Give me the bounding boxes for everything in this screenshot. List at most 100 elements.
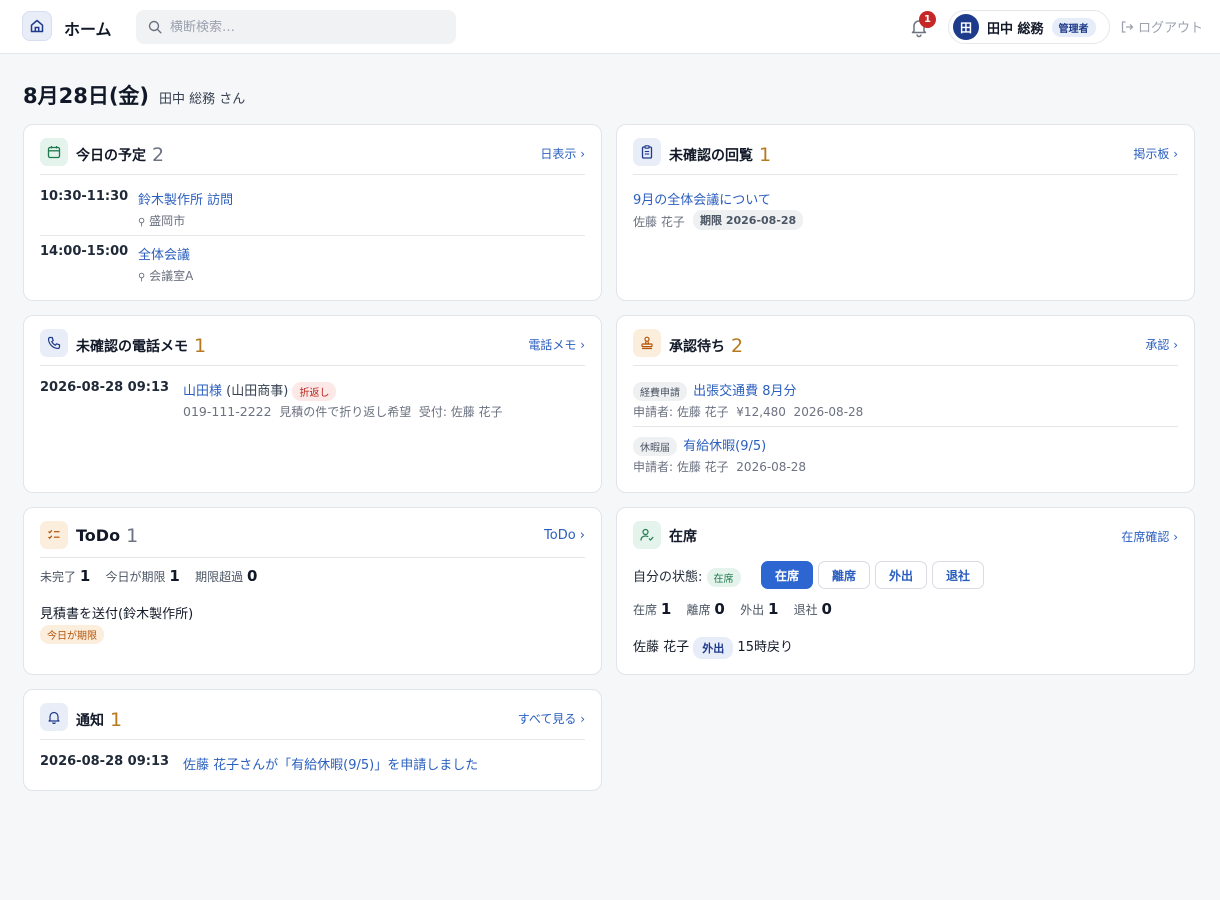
status-out-button[interactable]: 外出	[875, 561, 927, 589]
approval-title[interactable]: 出張交通費 8月分	[693, 384, 796, 399]
approve-link[interactable]: 承認 ›	[1145, 336, 1178, 353]
approval-title[interactable]: 有給休暇(9/5)	[683, 439, 766, 454]
presence-card: 在席 在席確認 › 自分の状態: 在席 在席 離席 外出 退社 在席 1 離席 …	[616, 507, 1195, 675]
circular-author: 佐藤 花子	[633, 215, 685, 229]
callback-badge: 折返し	[292, 382, 337, 401]
divider	[40, 235, 585, 236]
notifications-card: 通知 1 すべて見る › 2026-08-28 09:13 佐藤 花子さんが「有給…	[23, 689, 602, 791]
card-title: 未確認の回覧 1	[669, 144, 772, 166]
todo-stats: 未完了 1 今日が期限 1 期限超過 0	[40, 567, 258, 585]
calendar-icon	[40, 138, 68, 166]
card-header: 通知 1 すべて見る ›	[40, 702, 585, 740]
memo-caller-line: 山田様 (山田商事) 折返し	[183, 380, 337, 401]
card-title: 通知 1	[76, 709, 123, 731]
card-header: 在席 在席確認 ›	[633, 520, 1178, 558]
schedule-card: 今日の予定 2 日表示 › 10:30-11:30 鈴木製作所 訪問 ⚲ 盛岡市 …	[23, 124, 602, 301]
category-badge: 休暇届	[633, 437, 677, 456]
location-pin-icon: ⚲	[138, 272, 146, 283]
home-title: ホーム	[64, 20, 112, 39]
approval-item: 休暇届 有給休暇(9/5)	[633, 435, 766, 456]
presence-stats: 在席 1 離席 0 外出 1 退社 0	[633, 600, 832, 618]
due-today-badge: 今日が期限	[40, 625, 104, 644]
bell-icon	[40, 703, 68, 731]
approval-item: 経費申請 出張交通費 8月分	[633, 380, 797, 401]
todo-link[interactable]: ToDo ›	[544, 528, 585, 543]
presence-check-link[interactable]: 在席確認 ›	[1121, 528, 1178, 545]
event-title[interactable]: 鈴木製作所 訪問	[138, 189, 233, 208]
global-search[interactable]	[136, 10, 456, 44]
home-icon	[30, 19, 44, 33]
approvals-count: 2	[731, 335, 744, 357]
status-left-button[interactable]: 退社	[932, 561, 984, 589]
my-status-badge: 在席	[706, 568, 741, 587]
event-time: 10:30-11:30	[40, 189, 129, 204]
memo-datetime: 2026-08-28 09:13	[40, 380, 170, 395]
status-away-button[interactable]: 離席	[818, 561, 870, 589]
logout-icon	[1121, 20, 1134, 33]
stamp-icon	[633, 329, 661, 357]
deadline-badge: 期限 2026-08-28	[693, 210, 804, 230]
approval-meta: 申請者: 佐藤 花子 ¥12,480 2026-08-28	[633, 405, 864, 419]
notification-count-badge: 1	[919, 11, 936, 28]
member-name: 佐藤 花子	[633, 640, 690, 655]
card-title: 今日の予定 2	[76, 144, 165, 166]
bulletin-board-link[interactable]: 掲示板 ›	[1133, 145, 1178, 162]
memo-company: (山田商事)	[226, 384, 289, 399]
phone-memo-link[interactable]: 電話メモ ›	[528, 336, 585, 353]
event-location: ⚲ 盛岡市	[138, 214, 186, 228]
status-present-button[interactable]: 在席	[761, 561, 813, 589]
day-view-link[interactable]: 日表示 ›	[540, 145, 585, 162]
member-status-badge: 外出	[693, 636, 734, 659]
greeting: 田中 総務 さん	[159, 92, 246, 107]
status-buttons: 在席 離席 外出 退社	[761, 561, 1041, 589]
logout-label: ログアウト	[1138, 21, 1204, 36]
phone-memo-count: 1	[194, 335, 207, 357]
role-badge: 管理者	[1051, 17, 1096, 37]
see-all-link[interactable]: すべて見る ›	[518, 710, 585, 727]
clipboard-icon	[633, 138, 661, 166]
divider	[633, 426, 1178, 427]
card-title: 承認待ち 2	[669, 335, 744, 357]
card-header: 未確認の回覧 1 掲示板 ›	[633, 137, 1178, 175]
todo-card: ToDo 1 ToDo › 未完了 1 今日が期限 1 期限超過 0 見積書を送付…	[23, 507, 602, 675]
event-title[interactable]: 全体会議	[138, 244, 190, 263]
phone-icon	[40, 329, 68, 357]
schedule-count: 2	[152, 144, 165, 166]
circulars-card: 未確認の回覧 1 掲示板 › 9月の全体会議について 佐藤 花子 期限 2026-…	[616, 124, 1195, 301]
todo-item-title[interactable]: 見積書を送付(鈴木製作所)	[40, 603, 193, 622]
card-header: 承認待ち 2 承認 ›	[633, 328, 1178, 366]
card-title: ToDo 1	[76, 525, 139, 547]
category-badge: 経費申請	[633, 382, 687, 401]
card-title: 未確認の電話メモ 1	[76, 335, 207, 357]
member-note: 15時戻り	[737, 640, 793, 655]
event-location: ⚲ 会議室A	[138, 269, 194, 283]
home-button[interactable]	[22, 11, 52, 41]
approval-meta: 申請者: 佐藤 花子 2026-08-28	[633, 460, 807, 474]
notification-datetime: 2026-08-28 09:13	[40, 754, 170, 769]
circular-title[interactable]: 9月の全体会議について	[633, 189, 771, 208]
notification-message[interactable]: 佐藤 花子さんが「有給休暇(9/5)」を申請しました	[183, 754, 478, 773]
event-time: 14:00-15:00	[40, 244, 129, 259]
user-check-icon	[633, 521, 661, 549]
circulars-count: 1	[759, 144, 772, 166]
member-row: 佐藤 花子 外出 15時戻り	[633, 636, 793, 659]
approvals-card: 承認待ち 2 承認 › 経費申請 出張交通費 8月分 申請者: 佐藤 花子 ¥12…	[616, 315, 1195, 493]
search-icon	[148, 20, 162, 34]
checklist-icon	[40, 521, 68, 549]
page-title: 8月28日(金)	[23, 84, 150, 108]
card-header: 今日の予定 2 日表示 ›	[40, 137, 585, 175]
memo-caller[interactable]: 山田様	[183, 384, 222, 399]
search-input[interactable]	[170, 19, 440, 35]
location-pin-icon: ⚲	[138, 217, 146, 228]
card-header: 未確認の電話メモ 1 電話メモ ›	[40, 328, 585, 366]
user-menu[interactable]: 田 田中 総務 管理者	[948, 10, 1110, 44]
avatar: 田	[953, 14, 979, 40]
card-title: 在席	[669, 529, 697, 545]
user-name: 田中 総務	[987, 21, 1044, 37]
todo-count: 1	[126, 525, 139, 547]
notifications-count: 1	[110, 709, 123, 731]
my-status: 自分の状態: 在席	[633, 566, 741, 587]
top-header: ホーム 1 田 田中 総務 管理者 ログアウト	[0, 0, 1220, 54]
memo-details: 019-111-2222 見積の件で折り返し希望 受付: 佐藤 花子	[183, 404, 503, 419]
logout-button[interactable]: ログアウト	[1120, 17, 1203, 36]
